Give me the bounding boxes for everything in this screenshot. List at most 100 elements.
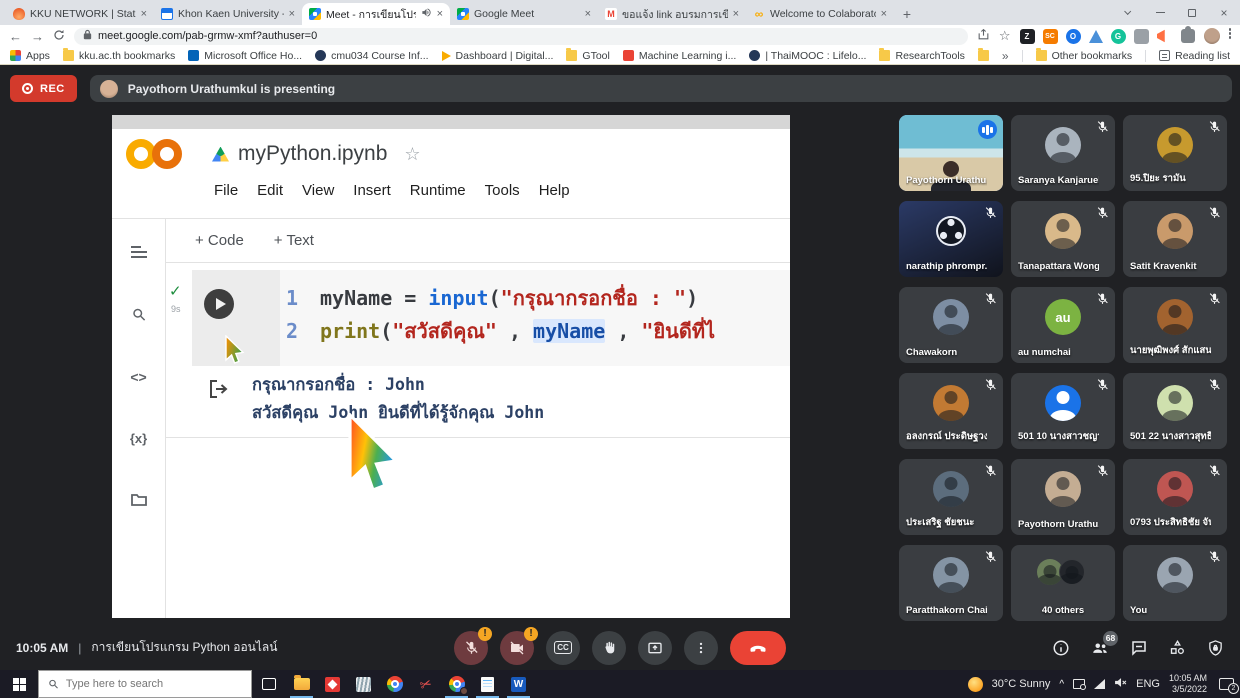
info-button[interactable]	[1052, 639, 1070, 657]
colab-menu-item[interactable]: View	[302, 182, 334, 199]
tab-close-icon[interactable]: ×	[437, 8, 443, 20]
bookmark-item[interactable]: kku.ac.th bookmarks	[63, 50, 175, 62]
tab-search-icon[interactable]	[1112, 0, 1144, 25]
participant-tile[interactable]: 40 others	[1011, 545, 1115, 621]
new-tab-button[interactable]: +	[894, 3, 920, 25]
bookmark-item[interactable]: ResearchTools	[879, 50, 964, 62]
z-extension-icon[interactable]: Z	[1020, 29, 1035, 44]
participant-tile[interactable]: au au numchai	[1011, 287, 1115, 363]
participant-tile[interactable]: You	[1123, 545, 1227, 621]
tab-audio-icon[interactable]	[421, 7, 432, 21]
arrow-extension-icon[interactable]	[1089, 30, 1103, 43]
code-line[interactable]: 2print("สวัสดีคุณ" , myName , "ยินดีที่ไ	[272, 315, 790, 348]
variables-icon[interactable]: {x}	[130, 431, 147, 446]
grammarly-extension-icon[interactable]: G	[1111, 29, 1126, 44]
files-icon[interactable]	[131, 493, 147, 511]
bookmark-item[interactable]: Machine Learning i...	[623, 50, 736, 62]
participant-tile[interactable]: Payothorn Urathu...	[899, 115, 1003, 191]
participant-tile[interactable]: narathip phrompr...	[899, 201, 1003, 277]
back-button[interactable]: ←	[9, 30, 22, 43]
participant-tile[interactable]: Tanapattara Wong...	[1011, 201, 1115, 277]
code-line[interactable]: 1myName = input("กรุณากรอกชื่อ : ")	[272, 282, 790, 315]
chat-button[interactable]	[1130, 639, 1148, 657]
colab-menu-item[interactable]: Help	[539, 182, 570, 199]
word-icon[interactable]	[503, 670, 534, 698]
snip-app-icon[interactable]	[410, 670, 441, 698]
tab-close-icon[interactable]: ×	[289, 8, 295, 20]
start-button[interactable]	[0, 670, 38, 698]
weather-sun-icon[interactable]	[968, 677, 983, 692]
more-options-button[interactable]	[684, 631, 718, 665]
end-call-button[interactable]	[730, 631, 786, 665]
cube-app-icon[interactable]	[348, 670, 379, 698]
star-icon[interactable]: ☆	[404, 144, 420, 165]
tray-chevron-icon[interactable]: ^	[1059, 679, 1064, 690]
bookmark-item[interactable]: Microsoft Office Ho...	[188, 50, 302, 62]
tab-close-icon[interactable]: ×	[141, 8, 147, 20]
camera-extension-icon[interactable]	[1134, 29, 1149, 44]
minimize-button[interactable]	[1144, 0, 1176, 25]
chrome-profile-icon[interactable]	[441, 670, 472, 698]
add-text-button[interactable]: + Text	[274, 232, 314, 249]
red-app-icon[interactable]	[317, 670, 348, 698]
participant-tile[interactable]: ประเสริฐ ชัยชนะ	[899, 459, 1003, 535]
volume-muted-icon[interactable]	[1114, 677, 1127, 691]
browser-tab[interactable]: ขอแจ้ง link อบรมการเขียนโปรแกรม P ×	[598, 3, 746, 25]
weather-text[interactable]: 30°C Sunny	[992, 678, 1051, 690]
forward-button[interactable]: →	[31, 30, 44, 43]
bookmark-item[interactable]: Apps	[10, 50, 50, 62]
taskbar-search[interactable]	[38, 670, 252, 698]
profile-avatar[interactable]	[1204, 28, 1220, 44]
language-indicator[interactable]: ENG	[1136, 678, 1160, 690]
participant-tile[interactable]: 501 10 นางสาวชญา...	[1011, 373, 1115, 449]
run-cell-button[interactable]	[204, 289, 234, 319]
participant-tile[interactable]: 0793 ประสิทธิชัย จัน...	[1123, 459, 1227, 535]
participant-tile[interactable]: นายพุฒิพงศ์ สักแสน	[1123, 287, 1227, 363]
share-icon[interactable]	[977, 28, 990, 44]
browser-tab[interactable]: Google Meet ×	[450, 3, 598, 25]
close-window-button[interactable]: ×	[1208, 0, 1240, 25]
camera-button[interactable]: !	[500, 631, 534, 665]
code-editor[interactable]: 1myName = input("กรุณากรอกชื่อ : ") 2pri…	[272, 282, 790, 348]
participant-tile[interactable]: อลงกรณ์ ประดิษฐวงษ์	[899, 373, 1003, 449]
browser-tab[interactable]: Khon Kaen University - Calenda ×	[154, 3, 302, 25]
code-snippets-icon[interactable]: <>	[130, 369, 146, 385]
participant-tile[interactable]: 501 22 นางสาวสุทธิ...	[1123, 373, 1227, 449]
bookmarks-overflow-chevron[interactable]: »	[1002, 49, 1009, 63]
colab-menu-item[interactable]: Edit	[257, 182, 283, 199]
megaphone-extension-icon[interactable]	[1157, 29, 1172, 44]
notepad-icon[interactable]	[472, 670, 503, 698]
activities-button[interactable]	[1168, 639, 1187, 657]
search-icon[interactable]	[131, 307, 146, 327]
bookmark-item[interactable]: Dashboard | Digital...	[442, 50, 554, 62]
tab-close-icon[interactable]: ×	[881, 8, 887, 20]
participant-tile[interactable]: Saranya Kanjaruek	[1011, 115, 1115, 191]
search-input[interactable]	[66, 678, 242, 690]
bookmark-item[interactable]: cmu034 Course Inf...	[315, 50, 428, 62]
participant-tile[interactable]: Paratthakorn Chais...	[899, 545, 1003, 621]
network-icon[interactable]	[1094, 679, 1105, 689]
add-code-button[interactable]: + Code	[195, 232, 244, 249]
extensions-puzzle-icon[interactable]	[1181, 29, 1195, 43]
participant-tile[interactable]: Chawakorn	[899, 287, 1003, 363]
present-button[interactable]	[638, 631, 672, 665]
maximize-button[interactable]	[1176, 0, 1208, 25]
raise-hand-button[interactable]	[592, 631, 626, 665]
participant-tile[interactable]: 95.ปิยะ รามัน	[1123, 115, 1227, 191]
colab-menu-item[interactable]: File	[214, 182, 238, 199]
task-view-button[interactable]	[252, 670, 286, 698]
captions-button[interactable]: CC	[546, 631, 580, 665]
colab-menu-item[interactable]: Tools	[485, 182, 520, 199]
taskbar-clock[interactable]: 10:05 AM 3/5/2022	[1169, 673, 1207, 695]
file-explorer-icon[interactable]	[286, 670, 317, 698]
browser-tab[interactable]: Meet - การเขียนโปรแกรม Pytho ×	[302, 3, 450, 25]
notification-center-icon[interactable]: 2	[1219, 678, 1234, 690]
participant-tile[interactable]: Satit Kravenkit	[1123, 201, 1227, 277]
mic-button[interactable]: !	[454, 631, 488, 665]
chrome-icon[interactable]	[379, 670, 410, 698]
bookmark-item[interactable]: | ThaiMOOC : Lifelo...	[749, 50, 866, 62]
sc-extension-icon[interactable]: SC	[1043, 29, 1058, 44]
tab-close-icon[interactable]: ×	[733, 8, 739, 20]
colab-menu-item[interactable]: Insert	[353, 182, 391, 199]
bookmark-star-icon[interactable]: ☆	[999, 28, 1011, 44]
